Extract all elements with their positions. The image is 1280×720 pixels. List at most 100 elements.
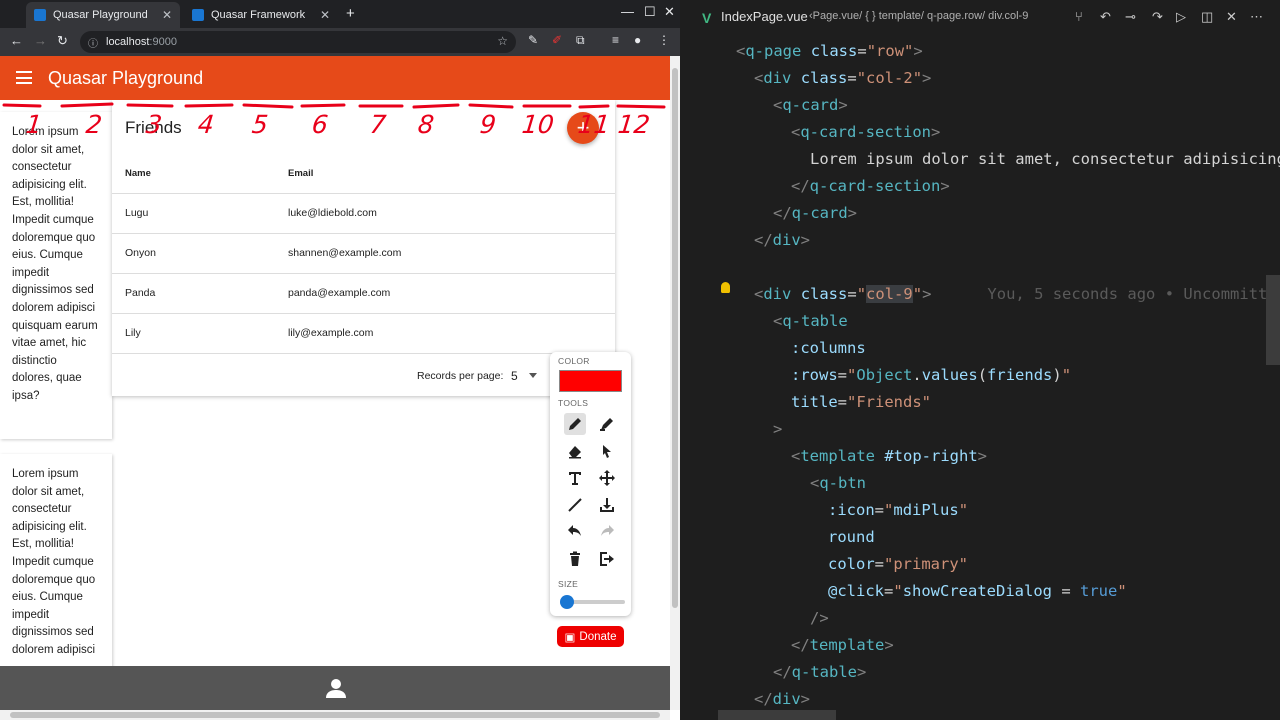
minimize-icon[interactable]: — xyxy=(621,4,634,19)
color-swatch[interactable] xyxy=(559,370,622,392)
code-line: </q-card-section> xyxy=(791,177,950,195)
exit-icon[interactable] xyxy=(596,548,618,570)
eraser-tool-icon[interactable] xyxy=(564,440,586,462)
code-line: </q-card> xyxy=(773,204,858,222)
code-line: <q-card-section> xyxy=(791,123,941,141)
grid-number: 1 xyxy=(24,110,44,139)
grid-number: 9 xyxy=(478,110,498,139)
column-header-email[interactable]: Email xyxy=(288,168,313,179)
trash-icon[interactable] xyxy=(564,548,586,570)
grid-number: 7 xyxy=(368,110,388,139)
highlighter-tool-icon[interactable] xyxy=(596,413,618,435)
redo-icon[interactable] xyxy=(596,521,618,543)
close-window-icon[interactable]: ✕ xyxy=(664,4,675,20)
split-editor-icon[interactable]: ◫ xyxy=(1201,9,1213,25)
code-line: <template #top-right> xyxy=(791,447,988,465)
table-row[interactable]: Lugu luke@ldiebold.com xyxy=(112,194,615,234)
code-line: :rows="Object.values(friends)" xyxy=(791,366,1072,384)
grid-number: 3 xyxy=(144,110,164,139)
go-back-icon[interactable]: ↶ xyxy=(1100,9,1111,25)
close-tab-icon[interactable]: ✕ xyxy=(162,8,172,22)
table-row[interactable]: Onyon shannen@example.com xyxy=(112,234,615,274)
hamburger-menu-icon[interactable] xyxy=(16,71,32,84)
cell-email: luke@ldiebold.com xyxy=(288,207,377,219)
grid-number: 6 xyxy=(310,110,330,139)
editor-vertical-scrollbar[interactable] xyxy=(1266,275,1280,365)
gift-icon: ▣ xyxy=(564,631,576,644)
pen-tool-icon[interactable] xyxy=(564,413,586,435)
lorem-text: Lorem ipsum dolor sit amet, consectetur … xyxy=(12,126,98,402)
extension-marker-icon[interactable]: ✐ xyxy=(552,33,562,47)
download-icon[interactable] xyxy=(596,494,618,516)
browser-menu-icon[interactable]: ⋮ xyxy=(658,33,670,47)
code-line: > xyxy=(773,420,783,438)
close-tab-icon[interactable]: ✕ xyxy=(320,8,330,22)
lightbulb-icon[interactable] xyxy=(721,282,730,293)
media-queue-icon[interactable]: ≡ xyxy=(612,33,619,47)
lorem-text: Lorem ipsum dolor sit amet, consectetur … xyxy=(12,468,96,656)
extension-pen-icon[interactable]: ✎ xyxy=(528,33,538,47)
new-tab-icon[interactable]: + xyxy=(346,5,355,22)
tab-label: Quasar Playground xyxy=(53,9,148,21)
tab-strip: Quasar Playground ✕ Quasar Framework ✕ +… xyxy=(0,0,680,28)
undo-icon[interactable] xyxy=(564,521,586,543)
app-title: Quasar Playground xyxy=(48,68,204,88)
cursor-select-icon[interactable] xyxy=(596,440,618,462)
line-tool-icon[interactable] xyxy=(564,494,586,516)
editor-filename[interactable]: IndexPage.vue xyxy=(721,9,808,24)
timeline-icon[interactable]: ⊸ xyxy=(1125,9,1136,25)
donate-button[interactable]: ▣ Donate xyxy=(557,626,624,647)
address-bar[interactable]: ⓘ localhost:9000 ☆ xyxy=(80,31,516,53)
vertical-scrollbar[interactable] xyxy=(670,56,680,710)
profile-icon[interactable]: ● xyxy=(634,33,641,47)
records-per-page-select[interactable]: 5 xyxy=(511,369,518,383)
bookmark-star-icon[interactable]: ☆ xyxy=(497,34,508,48)
tab-quasar-framework[interactable]: Quasar Framework ✕ xyxy=(184,2,338,28)
reload-icon[interactable]: ↻ xyxy=(57,33,68,49)
code-line: <div class="col-9"> You, 5 seconds ago •… xyxy=(754,281,1280,308)
tab-quasar-playground[interactable]: Quasar Playground ✕ xyxy=(26,2,180,28)
cell-email: panda@example.com xyxy=(288,287,391,299)
column-header-name[interactable]: Name xyxy=(125,168,151,179)
browser-toolbar: ← → ↻ ⓘ localhost:9000 ☆ ✎ ✐ ⧉ ≡ ● ⋮ xyxy=(0,28,680,56)
extensions-puzzle-icon[interactable]: ⧉ xyxy=(576,33,585,48)
code-line: round xyxy=(828,528,875,546)
code-line: </template> xyxy=(791,636,894,654)
grid-number: 4 xyxy=(196,110,216,139)
site-info-icon[interactable]: ⓘ xyxy=(88,35,98,50)
close-editor-icon[interactable]: ✕ xyxy=(1226,9,1237,25)
grid-number: 2 xyxy=(84,110,104,139)
grid-number: 8 xyxy=(416,110,436,139)
size-slider-handle[interactable] xyxy=(560,595,574,609)
move-tool-icon[interactable] xyxy=(596,467,618,489)
code-line: Lorem ipsum dolor sit amet, consectetur … xyxy=(810,150,1280,168)
code-line: </q-table> xyxy=(773,663,867,681)
code-line: <div class="col-2"> xyxy=(754,69,932,87)
cell-name: Onyon xyxy=(125,247,156,259)
table-row[interactable]: Panda panda@example.com xyxy=(112,274,615,314)
source-control-icon[interactable]: ⑂ xyxy=(1075,9,1083,24)
code-line: </div> xyxy=(754,690,811,708)
horizontal-scrollbar[interactable] xyxy=(0,710,670,720)
maximize-icon[interactable]: ☐ xyxy=(644,4,656,20)
forward-icon[interactable]: → xyxy=(34,33,47,48)
run-icon[interactable]: ▷ xyxy=(1176,9,1186,25)
size-label: SIZE xyxy=(558,579,579,589)
person-icon[interactable] xyxy=(325,677,347,699)
text-tool-icon[interactable] xyxy=(564,467,586,489)
code-line: <q-table xyxy=(773,312,848,330)
table-footer: Records per page: 5 xyxy=(112,354,615,396)
code-line: </div> xyxy=(754,231,811,249)
breadcrumb[interactable]: ‹Page.vue/ { } template/ q-page.row/ div… xyxy=(809,10,1028,22)
go-forward-icon[interactable]: ↷ xyxy=(1152,9,1163,25)
scrollbar-thumb[interactable] xyxy=(672,68,678,608)
cell-name: Lugu xyxy=(125,207,149,219)
tab-label: Quasar Framework xyxy=(211,9,306,21)
more-actions-icon[interactable]: ⋯ xyxy=(1250,9,1263,25)
scrollbar-thumb[interactable] xyxy=(10,712,660,718)
editor-horizontal-scrollbar[interactable] xyxy=(718,710,836,720)
cell-email: lily@example.com xyxy=(288,327,374,339)
table-row[interactable]: Lily lily@example.com xyxy=(112,314,615,354)
chevron-down-icon[interactable] xyxy=(529,373,537,378)
back-icon[interactable]: ← xyxy=(10,33,23,48)
